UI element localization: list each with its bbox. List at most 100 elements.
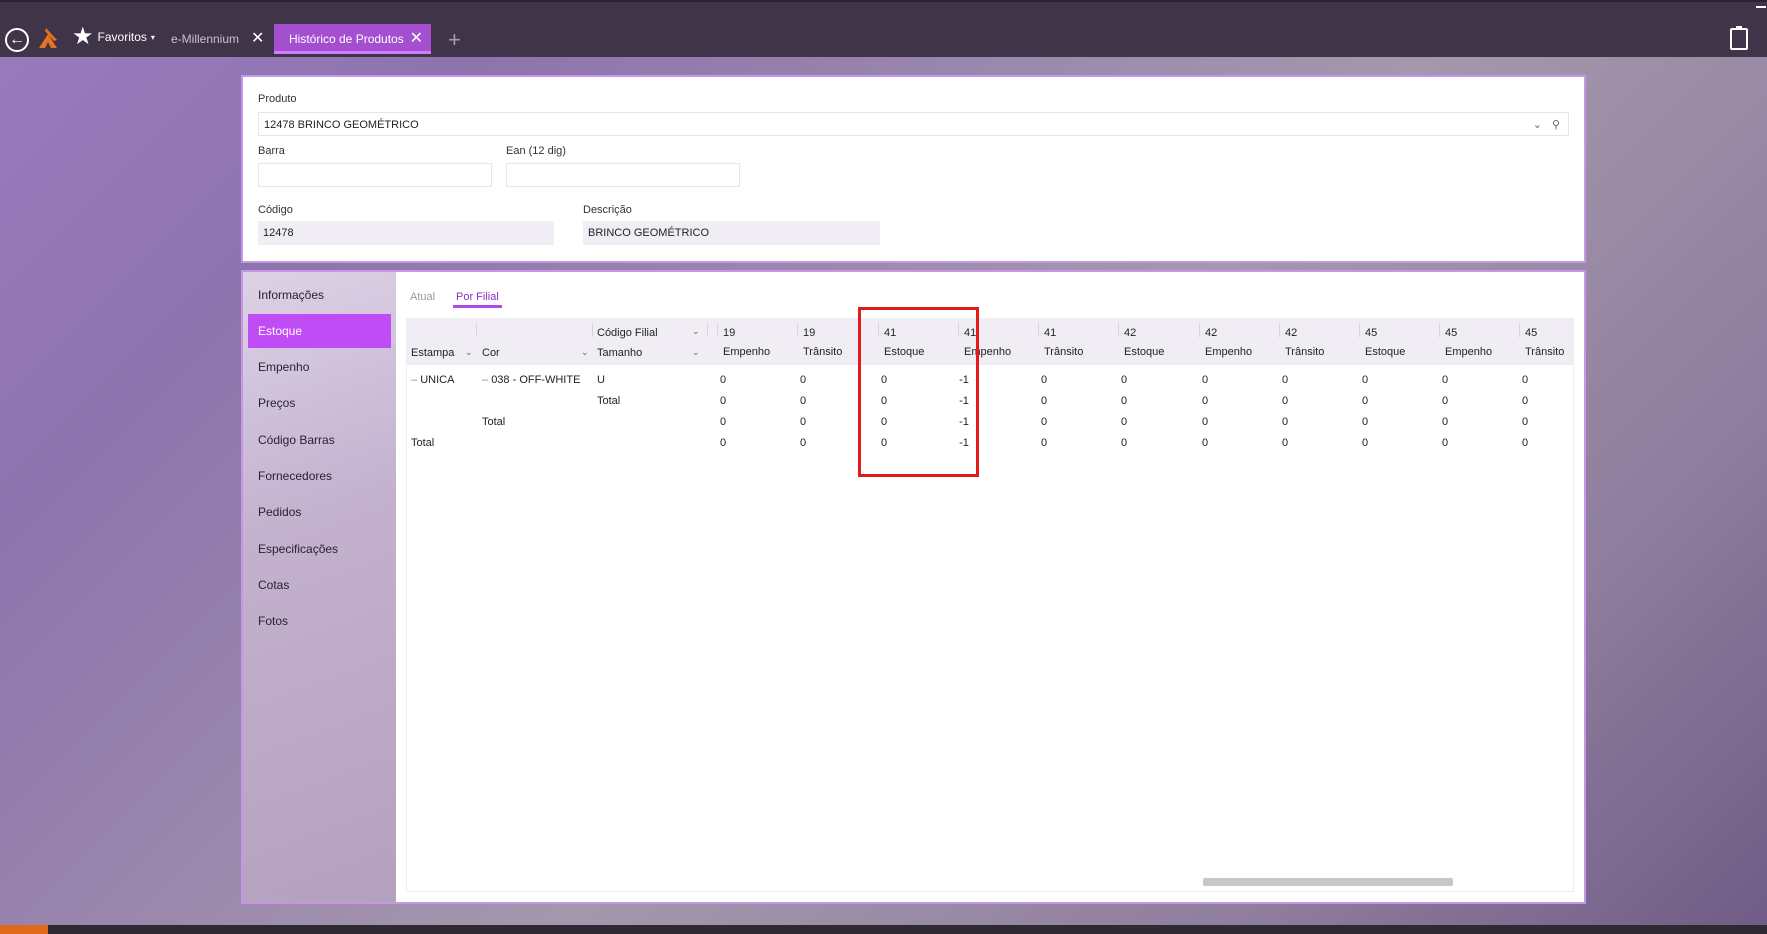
table-row: Total 0 0 0 -1 0 0 0 0 0 0 0 xyxy=(407,395,1573,413)
tab-label: Histórico de Produtos xyxy=(289,32,404,46)
barra-input[interactable] xyxy=(258,163,492,187)
cor-cell-text: Total xyxy=(482,416,506,428)
filial-code: 42 xyxy=(1285,327,1298,339)
collapse-icon[interactable]: – xyxy=(411,374,420,386)
barra-label: Barra xyxy=(258,145,285,157)
estampa-cell-text: UNICA xyxy=(420,374,455,386)
tab-atual[interactable]: Atual xyxy=(410,289,435,305)
col-tamanho[interactable]: Tamanho xyxy=(597,347,642,359)
value-cell: 0 xyxy=(799,395,807,407)
sidebar-item-fotos[interactable]: Fotos xyxy=(248,604,391,638)
sidebar-item-cotas[interactable]: Cotas xyxy=(248,568,391,602)
tab-por-filial[interactable]: Por Filial xyxy=(453,289,502,308)
sidebar-item-fornecedores[interactable]: Fornecedores xyxy=(248,459,391,493)
col-separator xyxy=(1038,323,1039,337)
table-row: Total 0 0 0 -1 0 0 0 0 0 0 0 xyxy=(407,416,1573,434)
search-icon[interactable]: ⚲ xyxy=(1552,113,1560,137)
descricao-field[interactable]: BRINCO GEOMÉTRICO xyxy=(583,221,880,245)
sidebar-item-especificacoes[interactable]: Especificações xyxy=(248,532,391,566)
measure-header: Empenho xyxy=(1205,346,1253,358)
value-cell: 0 xyxy=(799,374,807,386)
produto-value: 12478 BRINCO GEOMÉTRICO xyxy=(264,119,419,131)
measure-header: Trânsito xyxy=(1044,346,1084,358)
sidebar-item-pedidos[interactable]: Pedidos xyxy=(248,495,391,529)
minimize-icon[interactable] xyxy=(1756,6,1766,8)
close-icon[interactable]: ✕ xyxy=(410,24,423,54)
app-logo-icon[interactable] xyxy=(37,26,59,50)
value-cell: 0 xyxy=(1040,374,1048,386)
collapse-icon[interactable]: – xyxy=(482,374,491,386)
col-separator xyxy=(1279,323,1280,337)
value-cell: 0 xyxy=(1521,395,1529,407)
measure-header: Trânsito xyxy=(803,346,843,358)
codigo-label: Código xyxy=(258,204,293,216)
filial-code: 45 xyxy=(1525,327,1538,339)
favorites-label: Favoritos xyxy=(97,30,147,44)
filial-code: 19 xyxy=(723,327,736,339)
col-separator xyxy=(1519,323,1520,337)
value-cell: 0 xyxy=(799,437,807,449)
tab-historico-produtos[interactable]: Histórico de Produtos ✕ xyxy=(274,24,431,54)
value-cell: 0 xyxy=(1521,437,1529,449)
col-separator xyxy=(1199,323,1200,337)
filial-code: 42 xyxy=(1124,327,1137,339)
sidebar-item-precos[interactable]: Preços xyxy=(248,386,391,420)
chevron-down-icon[interactable]: ⌄ xyxy=(581,347,589,358)
col-separator xyxy=(717,323,718,337)
value-cell: 0 xyxy=(1361,437,1369,449)
sidebar-item-empenho[interactable]: Empenho xyxy=(248,350,391,384)
measure-header: Estoque xyxy=(1365,346,1406,358)
estampa-cell: Total xyxy=(411,437,434,449)
value-cell: 0 xyxy=(719,416,727,428)
content-area: Atual Por Filial Estampa ⌄ Cor ⌄ Tamanho… xyxy=(396,272,1584,902)
chevron-down-icon[interactable]: ⌄ xyxy=(465,347,473,358)
add-tab-button[interactable]: + xyxy=(448,29,461,51)
filial-code: 41 xyxy=(1044,327,1057,339)
tamanho-cell-text: U xyxy=(597,374,605,386)
value-cell: 0 xyxy=(1281,395,1289,407)
filial-code: 42 xyxy=(1205,327,1218,339)
value-cell: 0 xyxy=(1201,416,1209,428)
value-cell: 0 xyxy=(1201,395,1209,407)
sidebar-item-informacoes[interactable]: Informações xyxy=(248,278,391,312)
value-cell: 0 xyxy=(719,395,727,407)
sidebar-item-codigo-barras[interactable]: Código Barras xyxy=(248,423,391,457)
chevron-down-icon[interactable]: ⌄ xyxy=(1533,113,1542,137)
ean-input[interactable] xyxy=(506,163,740,187)
close-icon[interactable]: ✕ xyxy=(251,24,264,54)
taskbar-button[interactable] xyxy=(0,925,48,934)
codigo-field[interactable]: 12478 xyxy=(258,221,554,245)
tamanho-cell-text: Total xyxy=(597,395,621,407)
chevron-down-icon[interactable]: ⌄ xyxy=(692,347,700,358)
value-cell: 0 xyxy=(1441,416,1449,428)
back-arrow-icon[interactable]: ← xyxy=(5,28,29,52)
col-separator xyxy=(1359,323,1360,337)
tab-label: e-Millennium xyxy=(171,32,240,46)
value-cell: 0 xyxy=(1361,374,1369,386)
value-cell: 0 xyxy=(1040,395,1048,407)
value-cell: 0 xyxy=(1120,374,1128,386)
chevron-down-icon[interactable]: ⌄ xyxy=(692,326,700,337)
value-cell: 0 xyxy=(1441,395,1449,407)
produto-combo[interactable]: 12478 BRINCO GEOMÉTRICO ⌄ ⚲ xyxy=(258,112,1569,136)
col-cor[interactable]: Cor xyxy=(482,347,500,359)
favorites-menu[interactable]: ★ Favoritos ▾ xyxy=(72,25,155,49)
measure-header: Empenho xyxy=(723,346,771,358)
col-separator xyxy=(1118,323,1119,337)
cor-cell: – 038 - OFF-WHITE xyxy=(482,374,580,386)
col-estampa[interactable]: Estampa xyxy=(411,347,454,359)
filial-code: 19 xyxy=(803,327,816,339)
top-line xyxy=(0,0,1767,2)
tab-e-millennium[interactable]: e-Millennium ✕ xyxy=(171,24,264,54)
value-cell: 0 xyxy=(1281,416,1289,428)
col-separator xyxy=(1439,323,1440,337)
measure-header: Trânsito xyxy=(1525,346,1565,358)
value-cell: 0 xyxy=(719,437,727,449)
sidebar-item-estoque[interactable]: Estoque xyxy=(248,314,391,348)
clipboard-icon[interactable] xyxy=(1730,26,1748,50)
measure-header: Trânsito xyxy=(1285,346,1325,358)
horizontal-scrollbar[interactable] xyxy=(1203,878,1453,886)
value-cell: 0 xyxy=(1521,416,1529,428)
col-separator xyxy=(797,323,798,337)
col-codigo-filial[interactable]: Código Filial xyxy=(597,327,658,339)
